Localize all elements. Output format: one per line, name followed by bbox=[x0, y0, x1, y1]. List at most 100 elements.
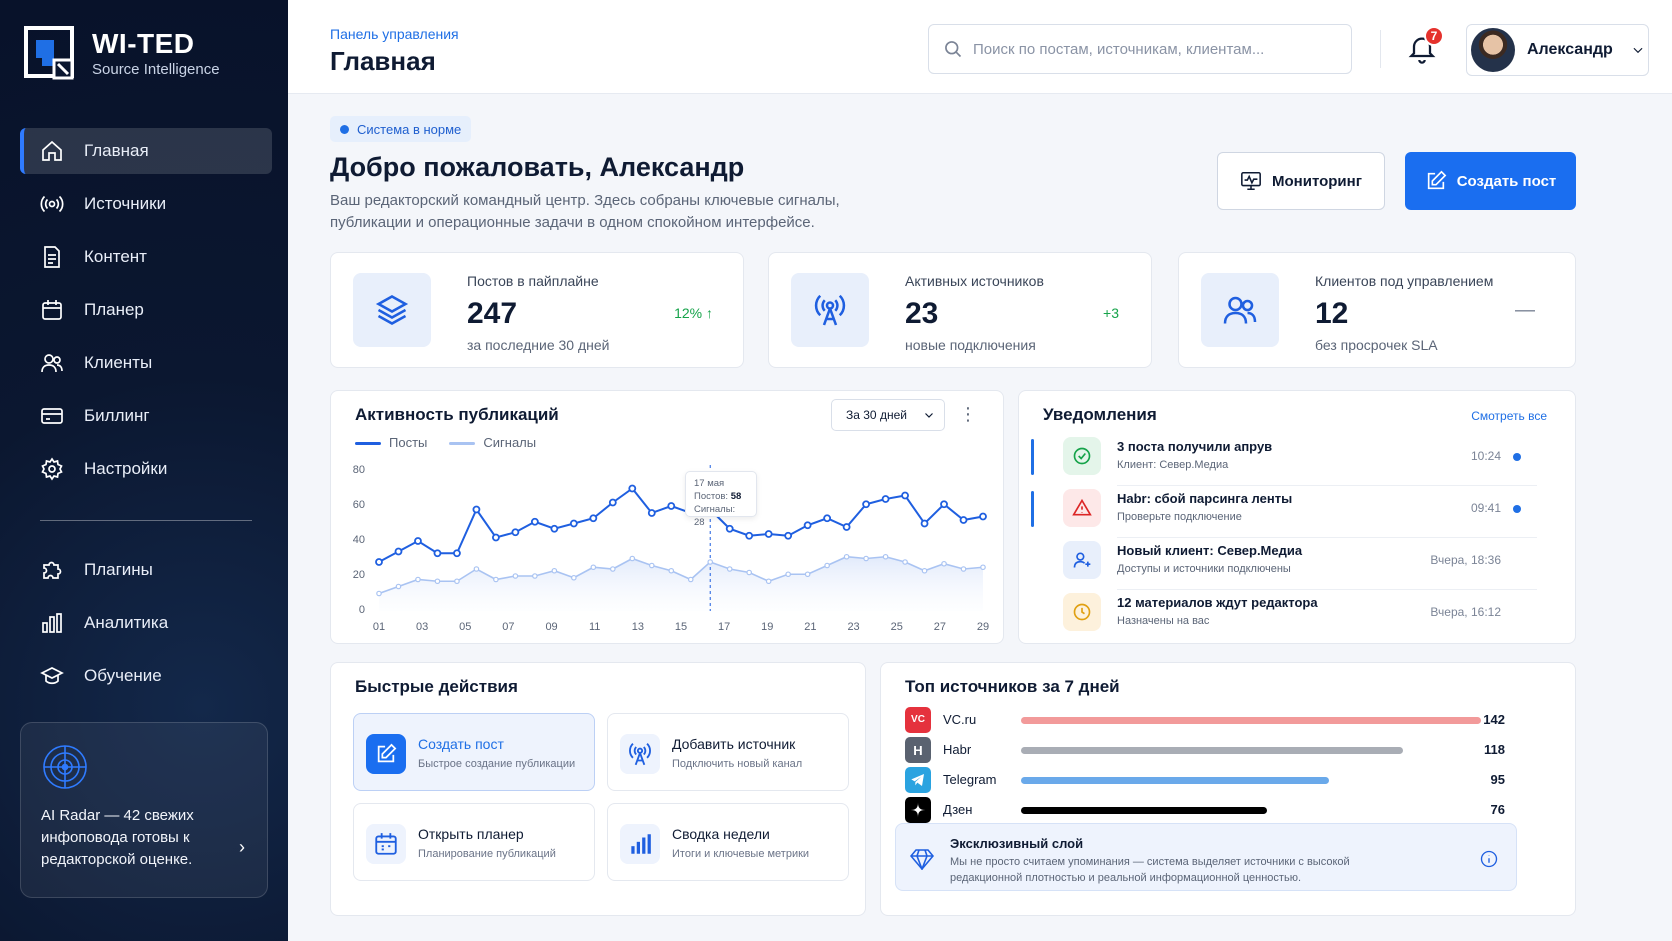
data-point-posts[interactable] bbox=[901, 491, 909, 500]
data-point-signals[interactable] bbox=[941, 560, 947, 567]
quick-action-weekly-summary[interactable]: Сводка недели Итоги и ключевые метрики bbox=[607, 803, 849, 881]
data-point-posts[interactable] bbox=[569, 519, 578, 528]
data-point-signals[interactable] bbox=[629, 555, 636, 562]
data-point-posts[interactable] bbox=[842, 523, 851, 531]
sidebar-item-clients[interactable]: Клиенты bbox=[20, 340, 272, 386]
exclusive-layer-banner: Эксклюзивный слой Мы не просто считаем у… bbox=[895, 823, 1517, 891]
sidebar-item-home[interactable]: Главная bbox=[20, 128, 272, 174]
data-point-posts[interactable] bbox=[784, 531, 793, 540]
notification-title: 3 поста получили апрув bbox=[1117, 439, 1273, 454]
data-point-posts[interactable] bbox=[979, 512, 987, 521]
data-point-posts[interactable] bbox=[414, 537, 422, 545]
user-menu[interactable]: Александр bbox=[1466, 24, 1649, 76]
quick-action-open-planner[interactable]: Открыть планер Планирование публикаций bbox=[353, 803, 595, 881]
notification-item[interactable]: 12 материалов ждут редактора Назначены н… bbox=[1031, 591, 1539, 641]
data-point-posts[interactable] bbox=[550, 524, 559, 533]
data-point-signals[interactable] bbox=[824, 562, 830, 569]
notification-time: 10:24 bbox=[1470, 449, 1501, 463]
source-row-habr[interactable]: H Habr 118 bbox=[905, 737, 1505, 763]
data-point-posts[interactable] bbox=[394, 547, 403, 556]
data-point-posts[interactable] bbox=[453, 549, 461, 558]
data-point-signals[interactable] bbox=[473, 566, 480, 572]
stat-card-posts[interactable]: Постов в пайплайне 247 за последние 30 д… bbox=[330, 252, 744, 368]
data-point-signals[interactable] bbox=[785, 571, 791, 578]
data-point-posts[interactable] bbox=[803, 521, 812, 530]
data-point-posts[interactable] bbox=[511, 528, 520, 537]
data-point-posts[interactable] bbox=[862, 500, 870, 509]
search-box[interactable] bbox=[928, 24, 1352, 74]
sidebar-item-billing[interactable]: Биллинг bbox=[20, 393, 272, 439]
data-point-posts[interactable] bbox=[530, 517, 539, 526]
data-point-signals[interactable] bbox=[493, 576, 499, 583]
data-point-posts[interactable] bbox=[745, 531, 754, 540]
data-point-posts[interactable] bbox=[667, 502, 676, 510]
data-point-posts[interactable] bbox=[823, 514, 832, 523]
data-point-posts[interactable] bbox=[433, 549, 442, 558]
data-point-posts[interactable] bbox=[764, 530, 773, 538]
stat-card-sources[interactable]: Активных источников 23 новые подключения… bbox=[768, 252, 1152, 368]
data-point-signals[interactable] bbox=[571, 574, 577, 581]
notification-item[interactable]: Новый клиент: Север.Медиа Доступы и исто… bbox=[1031, 539, 1539, 589]
sidebar-item-plugins[interactable]: Плагины bbox=[20, 547, 272, 593]
data-point-signals[interactable] bbox=[882, 553, 889, 560]
data-point-signals[interactable] bbox=[415, 576, 421, 583]
data-point-signals[interactable] bbox=[648, 562, 655, 569]
stat-card-clients[interactable]: Клиентов под управлением 12 без просроче… bbox=[1178, 252, 1576, 368]
data-point-posts[interactable] bbox=[647, 509, 656, 517]
data-point-signals[interactable] bbox=[804, 571, 811, 578]
notification-item[interactable]: 3 поста получили апрув Клиент: Север.Мед… bbox=[1031, 435, 1539, 485]
data-point-posts[interactable] bbox=[940, 500, 948, 509]
data-point-signals[interactable] bbox=[980, 564, 986, 571]
source-row-vcru[interactable]: VC VC.ru 142 bbox=[905, 707, 1505, 733]
data-point-signals[interactable] bbox=[902, 559, 908, 565]
monitoring-button[interactable]: Мониторинг bbox=[1217, 152, 1385, 210]
data-point-signals[interactable] bbox=[454, 578, 460, 585]
brand[interactable]: WI-TED Source Intelligence bbox=[24, 26, 220, 80]
data-point-posts[interactable] bbox=[492, 533, 500, 542]
data-point-signals[interactable] bbox=[707, 559, 714, 565]
see-all-link[interactable]: Смотреть все bbox=[1471, 409, 1547, 423]
sidebar-item-planner[interactable]: Планер bbox=[20, 287, 272, 333]
quick-action-create-post[interactable]: Создать пост Быстрое создание публикации bbox=[353, 713, 595, 791]
data-point-signals[interactable] bbox=[746, 569, 752, 576]
data-point-signals[interactable] bbox=[434, 578, 441, 585]
data-point-posts[interactable] bbox=[375, 558, 383, 566]
data-point-signals[interactable] bbox=[668, 567, 675, 574]
data-point-signals[interactable] bbox=[843, 553, 850, 560]
info-icon[interactable] bbox=[1480, 850, 1498, 868]
sidebar-item-settings[interactable]: Настройки bbox=[20, 446, 272, 492]
data-point-posts[interactable] bbox=[589, 514, 598, 523]
source-row-zen[interactable]: Дзен 76 bbox=[905, 797, 1505, 823]
chevron-right-icon[interactable]: › bbox=[239, 837, 245, 858]
source-row-telegram[interactable]: Telegram 95 bbox=[905, 767, 1505, 793]
data-point-signals[interactable] bbox=[687, 576, 694, 583]
data-point-signals[interactable] bbox=[395, 583, 402, 590]
data-point-signals[interactable] bbox=[551, 567, 558, 574]
ai-radar-card[interactable]: AI Radar — 42 свежих инфоповода готовы к… bbox=[20, 722, 268, 898]
search-input[interactable] bbox=[973, 40, 1333, 58]
notification-item[interactable]: Habr: сбой парсинга ленты Проверьте подк… bbox=[1031, 487, 1539, 537]
data-point-posts[interactable] bbox=[608, 498, 617, 507]
data-point-signals[interactable] bbox=[590, 564, 597, 571]
data-point-signals[interactable] bbox=[376, 590, 382, 597]
data-point-signals[interactable] bbox=[610, 566, 616, 572]
data-point-posts[interactable] bbox=[472, 505, 481, 514]
data-point-signals[interactable] bbox=[532, 573, 538, 579]
data-point-signals[interactable] bbox=[726, 566, 733, 572]
sidebar-item-sources[interactable]: Источники bbox=[20, 181, 272, 227]
data-point-signals[interactable] bbox=[960, 566, 967, 572]
data-point-signals[interactable] bbox=[863, 555, 869, 562]
data-point-posts[interactable] bbox=[628, 484, 637, 493]
data-point-signals[interactable] bbox=[921, 567, 928, 574]
breadcrumb[interactable]: Панель управления bbox=[330, 26, 459, 42]
sidebar-item-learning[interactable]: Обучение bbox=[20, 653, 272, 699]
sidebar-item-content[interactable]: Контент bbox=[20, 234, 272, 280]
data-point-posts[interactable] bbox=[881, 495, 890, 503]
data-point-posts[interactable] bbox=[959, 516, 968, 524]
sidebar-item-analytics[interactable]: Аналитика bbox=[20, 600, 272, 646]
quick-action-add-source[interactable]: Добавить источник Подключить новый канал bbox=[607, 713, 849, 791]
data-point-signals[interactable] bbox=[512, 573, 519, 579]
create-post-button[interactable]: Создать пост bbox=[1405, 152, 1576, 210]
data-point-posts[interactable] bbox=[920, 519, 929, 528]
data-point-signals[interactable] bbox=[765, 578, 772, 585]
